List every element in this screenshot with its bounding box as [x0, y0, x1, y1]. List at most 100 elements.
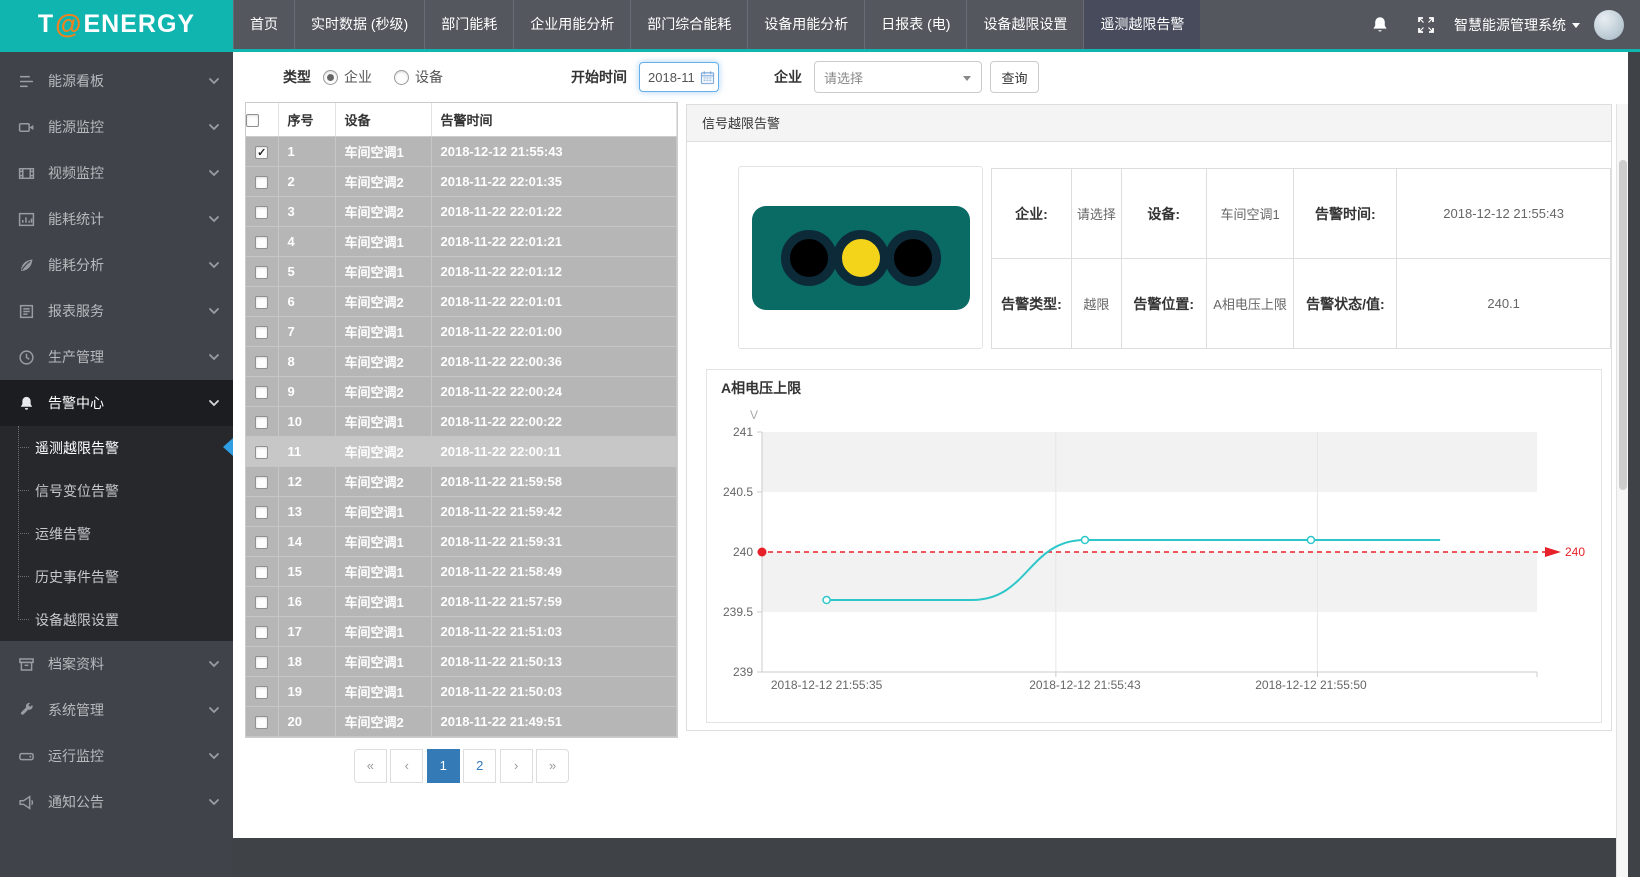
row-checkbox[interactable] — [255, 236, 268, 249]
table-row[interactable]: 9 车间空调2 2018-11-22 22:00:24 — [246, 376, 677, 406]
table-row[interactable]: 11 车间空调2 2018-11-22 22:00:11 — [246, 436, 677, 466]
table-row[interactable]: 13 车间空调1 2018-11-22 21:59:42 — [246, 496, 677, 526]
row-checkbox[interactable] — [255, 356, 268, 369]
cell-time: 2018-11-22 22:01:35 — [431, 166, 677, 196]
company-select[interactable]: 请选择 — [814, 61, 982, 93]
voltage-line-chart: 241240.5240239.5239V2018-12-12 21:55:352… — [707, 400, 1601, 722]
table-row[interactable]: 12 车间空调2 2018-11-22 21:59:58 — [246, 466, 677, 496]
row-checkbox[interactable] — [255, 206, 268, 219]
user-avatar[interactable] — [1594, 10, 1624, 40]
table-row[interactable]: 4 车间空调1 2018-11-22 22:01:21 — [246, 226, 677, 256]
fullscreen-icon[interactable] — [1416, 15, 1436, 35]
sidebar-item-operation-monitor[interactable]: 运行监控 — [0, 733, 233, 779]
row-checkbox[interactable]: ✓ — [255, 146, 268, 159]
row-checkbox[interactable] — [255, 596, 268, 609]
system-name-menu[interactable]: 智慧能源管理系统 — [1454, 15, 1580, 35]
table-row[interactable]: 17 车间空调1 2018-11-22 21:51:03 — [246, 616, 677, 646]
sidebar-item-energy-analysis[interactable]: 能耗分析 — [0, 242, 233, 288]
cell-time: 2018-11-22 21:51:03 — [431, 616, 677, 646]
table-row[interactable]: 15 车间空调1 2018-11-22 21:58:49 — [246, 556, 677, 586]
info-value-alarm-value: 240.1 — [1397, 259, 1611, 349]
table-row[interactable]: 14 车间空调1 2018-11-22 21:59:31 — [246, 526, 677, 556]
table-row[interactable]: 3 车间空调2 2018-11-22 22:01:22 — [246, 196, 677, 226]
sidebar-item-system-management[interactable]: 系统管理 — [0, 687, 233, 733]
sidebar-item-energy-monitor[interactable]: 能源监控 — [0, 104, 233, 150]
table-row[interactable]: 16 车间空调1 2018-11-22 21:57:59 — [246, 586, 677, 616]
cell-device: 车间空调1 — [335, 226, 431, 256]
row-checkbox[interactable] — [255, 536, 268, 549]
page-button[interactable]: « — [354, 749, 387, 783]
chevron-down-icon — [208, 259, 220, 271]
sidebar-subitem[interactable]: 历史事件告警 — [0, 555, 233, 598]
table-row[interactable]: 8 车间空调2 2018-11-22 22:00:36 — [246, 346, 677, 376]
table-row[interactable]: 19 车间空调1 2018-11-22 21:50:03 — [246, 676, 677, 706]
nav-item[interactable]: 设备用能分析 — [747, 0, 864, 49]
row-checkbox[interactable] — [255, 566, 268, 579]
vertical-scrollbar[interactable] — [1616, 104, 1628, 877]
start-time-input[interactable] — [639, 62, 719, 92]
page-button[interactable]: » — [536, 749, 569, 783]
sidebar-item-label: 能源监控 — [48, 117, 104, 137]
svg-text:240.5: 240.5 — [723, 485, 753, 499]
page-button[interactable]: › — [500, 749, 533, 783]
radio-label: 设备 — [415, 67, 443, 87]
query-button[interactable]: 查询 — [990, 61, 1039, 93]
cell-time: 2018-11-22 22:01:21 — [431, 226, 677, 256]
chevron-down-icon — [208, 658, 220, 670]
table-row[interactable]: 2 车间空调2 2018-11-22 22:01:35 — [246, 166, 677, 196]
row-checkbox[interactable] — [255, 266, 268, 279]
cell-no: 14 — [278, 526, 335, 556]
sidebar-item-production-management[interactable]: 生产管理 — [0, 334, 233, 380]
nav-item[interactable]: 部门综合能耗 — [630, 0, 747, 49]
sidebar-subitem[interactable]: 信号变位告警 — [0, 469, 233, 512]
row-checkbox[interactable] — [255, 446, 268, 459]
select-all-checkbox[interactable] — [246, 114, 259, 127]
sidebar-item-energy-dashboard[interactable]: 能源看板 — [0, 58, 233, 104]
table-row[interactable]: ✓ 1 车间空调1 2018-12-12 21:55:43 — [246, 136, 677, 166]
table-row[interactable]: 10 车间空调1 2018-11-22 22:00:22 — [246, 406, 677, 436]
nav-item[interactable]: 实时数据 (秒级) — [294, 0, 424, 49]
scrollbar-thumb[interactable] — [1619, 160, 1627, 490]
sidebar-item-notice[interactable]: 通知公告 — [0, 779, 233, 825]
nav-item[interactable]: 首页 — [233, 0, 294, 49]
sidebar-subitem[interactable]: 遥测越限告警 — [0, 426, 233, 469]
sidebar-subitem[interactable]: 运维告警 — [0, 512, 233, 555]
sidebar-subitem[interactable]: 设备越限设置 — [0, 598, 233, 641]
start-time-value[interactable] — [648, 70, 700, 85]
row-checkbox[interactable] — [255, 686, 268, 699]
nav-item[interactable]: 日报表 (电) — [864, 0, 966, 49]
row-checkbox[interactable] — [255, 506, 268, 519]
sidebar-item-alarm-center[interactable]: 告警中心 — [0, 380, 233, 426]
row-checkbox[interactable] — [255, 386, 268, 399]
table-row[interactable]: 18 车间空调1 2018-11-22 21:50:13 — [246, 646, 677, 676]
row-checkbox[interactable] — [255, 716, 268, 729]
row-checkbox[interactable] — [255, 176, 268, 189]
row-checkbox[interactable] — [255, 326, 268, 339]
calendar-icon[interactable] — [700, 70, 715, 85]
nav-item[interactable]: 企业用能分析 — [513, 0, 630, 49]
row-checkbox[interactable] — [255, 416, 268, 429]
table-row[interactable]: 6 车间空调2 2018-11-22 22:01:01 — [246, 286, 677, 316]
lamp-middle-on — [833, 230, 889, 286]
sidebar-item-video-monitor[interactable]: 视频监控 — [0, 150, 233, 196]
table-row[interactable]: 20 车间空调2 2018-11-22 21:49:51 — [246, 706, 677, 736]
page-button[interactable]: 1 — [427, 749, 460, 783]
table-row[interactable]: 7 车间空调1 2018-11-22 22:01:00 — [246, 316, 677, 346]
sidebar-item-report-service[interactable]: 报表服务 — [0, 288, 233, 334]
nav-item[interactable]: 部门能耗 — [424, 0, 513, 49]
row-checkbox[interactable] — [255, 476, 268, 489]
page-button[interactable]: ‹ — [390, 749, 423, 783]
bell-icon[interactable] — [1370, 15, 1390, 35]
row-checkbox[interactable] — [255, 656, 268, 669]
table-row[interactable]: 5 车间空调1 2018-11-22 22:01:12 — [246, 256, 677, 286]
cell-time: 2018-11-22 21:59:42 — [431, 496, 677, 526]
radio-device[interactable]: 设备 — [394, 67, 443, 87]
page-button[interactable]: 2 — [463, 749, 496, 783]
nav-item[interactable]: 遥测越限告警 — [1083, 0, 1200, 49]
row-checkbox[interactable] — [255, 626, 268, 639]
sidebar-item-archive[interactable]: 档案资料 — [0, 641, 233, 687]
row-checkbox[interactable] — [255, 296, 268, 309]
radio-company[interactable]: 企业 — [323, 67, 372, 87]
nav-item[interactable]: 设备越限设置 — [966, 0, 1083, 49]
sidebar-item-energy-statistics[interactable]: 能耗统计 — [0, 196, 233, 242]
